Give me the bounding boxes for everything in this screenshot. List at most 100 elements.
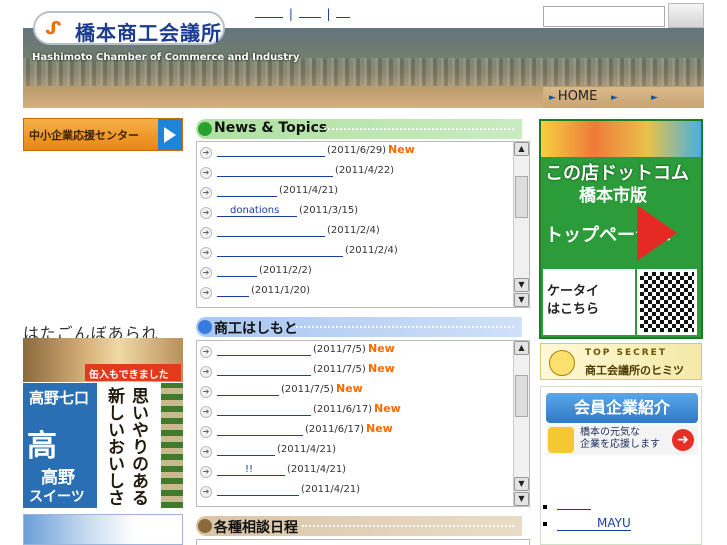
item-date: (2011/4/21) bbox=[277, 444, 337, 455]
page: { "header": { "logo_mark": "ᔑ", "logo_te… bbox=[0, 0, 727, 545]
left-bottom-banner[interactable] bbox=[23, 514, 183, 545]
new-badge: New bbox=[368, 342, 395, 355]
item-link[interactable] bbox=[217, 404, 311, 416]
item-date: (2011/2/4) bbox=[345, 245, 398, 256]
mobile-label: ケータイ はこちら bbox=[547, 284, 600, 317]
nav-item-2[interactable]: ► bbox=[611, 89, 620, 104]
item-link[interactable] bbox=[217, 185, 277, 197]
search-button[interactable] bbox=[668, 3, 704, 28]
support-center-banner[interactable]: 中小企業応援センター bbox=[23, 118, 183, 151]
english-name: Hashimoto Chamber of Commerce and Indust… bbox=[32, 52, 300, 63]
logo[interactable]: ᔑ 橋本商工会議所 bbox=[33, 11, 225, 45]
soudan-title: 各種相談日程 bbox=[214, 520, 298, 536]
arrow-circle-icon: ➔ bbox=[200, 207, 212, 219]
list-item: ➔ (2011/2/2) bbox=[197, 262, 513, 282]
list-item: ➔ (2011/7/5) New bbox=[197, 361, 513, 381]
list-item: ➔ (2011/6/17) New bbox=[197, 421, 513, 441]
arrow-circle-icon: ➔ bbox=[200, 267, 212, 279]
nav-home[interactable]: ► HOME bbox=[549, 89, 597, 104]
top-link-3[interactable] bbox=[336, 17, 351, 18]
right-link-1-text bbox=[557, 498, 591, 510]
hata-sign: 缶入もできました bbox=[85, 364, 181, 381]
shoko-title: 商工はしもと bbox=[214, 321, 298, 337]
scroll-up-icon[interactable]: ▲ bbox=[514, 142, 529, 156]
character-icon bbox=[549, 350, 575, 376]
item-link[interactable] bbox=[217, 444, 275, 456]
dotted-rule bbox=[302, 525, 514, 527]
shoko-items: ➔ (2011/7/5) New ➔ (2011/7/5) New ➔ (2011/7/5) N… bbox=[197, 341, 513, 501]
dotted-rule bbox=[324, 128, 514, 130]
dotted-rule bbox=[296, 326, 514, 328]
member-sub-text: 橋本の元気な 企業を応援します bbox=[580, 427, 660, 450]
global-nav: ► HOME ► ► bbox=[543, 87, 704, 108]
scroll-end-icon[interactable]: ▼ bbox=[514, 293, 529, 307]
list-item: ➔ (2011/2/4) bbox=[197, 242, 513, 262]
item-link[interactable] bbox=[217, 225, 325, 237]
item-link[interactable] bbox=[217, 364, 311, 376]
search-input[interactable] bbox=[543, 6, 665, 27]
item-link[interactable] bbox=[217, 265, 257, 277]
mobile-link[interactable]: ケータイ はこちら bbox=[543, 269, 635, 335]
scroll-thumb[interactable] bbox=[515, 375, 528, 417]
item-link[interactable] bbox=[217, 245, 343, 257]
new-badge: New bbox=[336, 382, 363, 395]
item-link[interactable] bbox=[217, 384, 279, 396]
arrow-right-icon bbox=[158, 119, 182, 150]
shoko-list[interactable]: ➔ (2011/7/5) New ➔ (2011/7/5) New ➔ (2011/7/5) N… bbox=[196, 340, 530, 507]
nav-home-label: HOME bbox=[557, 89, 598, 104]
member-intro-button[interactable]: 会員企業紹介 bbox=[546, 393, 698, 423]
item-date: (2011/6/29) bbox=[327, 145, 387, 156]
top-secret-banner[interactable]: TOP SECRET 商工会議所のヒミツ bbox=[540, 343, 702, 380]
right-link-2[interactable]: MAYU bbox=[543, 516, 631, 531]
list-item: ➔!! (2011/4/21) bbox=[197, 461, 513, 481]
qr-code-icon bbox=[637, 269, 697, 335]
new-badge: New bbox=[368, 362, 395, 375]
member-sub-banner[interactable]: 橋本の元気な 企業を応援します ➜ bbox=[546, 425, 698, 455]
bullet-icon bbox=[543, 521, 547, 526]
kono-mise-banner[interactable]: この店ドットコム 橋本市版 トップページへ ケータイ はこちら bbox=[539, 119, 703, 339]
item-link[interactable] bbox=[217, 145, 325, 157]
soudan-list[interactable] bbox=[196, 539, 530, 545]
arrow-circle-icon: ➔ bbox=[200, 366, 212, 378]
new-badge: New bbox=[374, 402, 401, 415]
scroll-end-icon[interactable]: ▼ bbox=[514, 492, 529, 506]
list-item: ➔ (2011/4/21) bbox=[197, 441, 513, 461]
top-link-2[interactable] bbox=[298, 17, 321, 18]
top-links: | | bbox=[255, 7, 352, 21]
right-link-1[interactable] bbox=[543, 498, 591, 513]
arrow-right-icon bbox=[637, 205, 677, 261]
item-link[interactable] bbox=[217, 344, 311, 356]
item-link[interactable]: donations bbox=[217, 205, 297, 217]
item-link[interactable] bbox=[217, 424, 303, 436]
top-link-1[interactable] bbox=[255, 17, 283, 18]
shop-illustration bbox=[541, 121, 701, 157]
item-link[interactable] bbox=[217, 484, 299, 496]
item-link[interactable] bbox=[217, 165, 333, 177]
arrow-circle-icon: ➔ bbox=[200, 187, 212, 199]
scroll-down-icon[interactable]: ▼ bbox=[514, 477, 529, 491]
secret-line2: 商工会議所のヒミツ bbox=[585, 364, 684, 377]
item-link[interactable] bbox=[217, 285, 249, 297]
news-list[interactable]: ➔ (2011/6/29) New ➔ (2011/4/22) ➔ (2011/4/21) ➔… bbox=[196, 141, 530, 308]
scroll-down-icon[interactable]: ▼ bbox=[514, 278, 529, 292]
list-item: ➔ (2011/4/22) bbox=[197, 162, 513, 182]
koya-sweets-banner[interactable]: 高野七口 高 高野 スイーツ 思いやりのある 新しいおいしさ bbox=[23, 383, 183, 508]
sweets-line1: 高野七口 bbox=[29, 389, 90, 407]
item-date: (2011/7/5) bbox=[313, 364, 366, 375]
list-item: ➔ (2011/1/20) bbox=[197, 282, 513, 302]
arrow-circle-icon: ➔ bbox=[200, 446, 212, 458]
arrow-circle-icon: ➔ bbox=[200, 346, 212, 358]
item-date: (2011/1/20) bbox=[251, 285, 311, 296]
arrow-circle-icon: ➔ bbox=[200, 486, 212, 498]
item-date: (2011/4/21) bbox=[301, 484, 361, 495]
list-item: ➔ (2011/4/21) bbox=[197, 481, 513, 501]
nav-item-3[interactable]: ► bbox=[651, 89, 660, 104]
scroll-up-icon[interactable]: ▲ bbox=[514, 341, 529, 355]
right-link-2-text: MAYU bbox=[557, 516, 631, 531]
shoko-scrollbar[interactable]: ▲ ▼ ▼ bbox=[513, 341, 529, 506]
item-date: (2011/4/22) bbox=[335, 165, 395, 176]
news-scrollbar[interactable]: ▲ ▼ ▼ bbox=[513, 142, 529, 307]
item-link[interactable]: !! bbox=[217, 464, 285, 476]
scroll-thumb[interactable] bbox=[515, 176, 528, 218]
news-items: ➔ (2011/6/29) New ➔ (2011/4/22) ➔ (2011/4/21) ➔… bbox=[197, 142, 513, 302]
